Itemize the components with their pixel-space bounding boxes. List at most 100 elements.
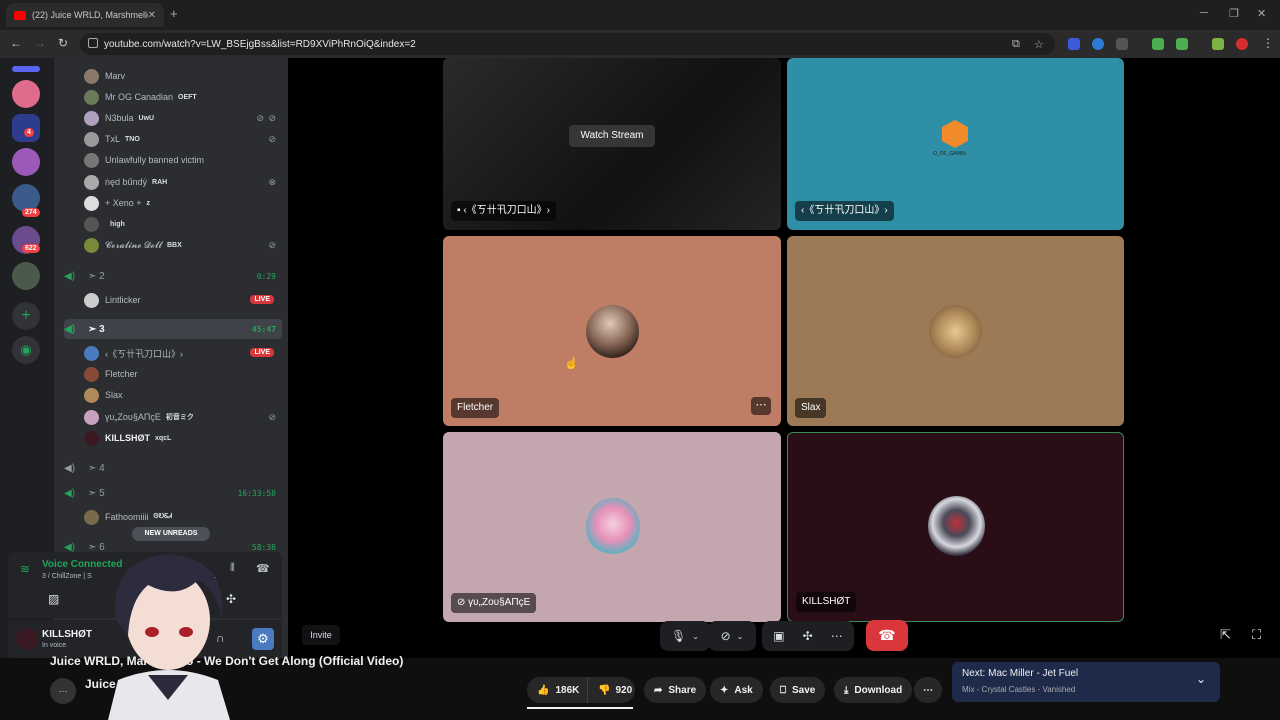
bookmark-star-icon[interactable]: ☆ <box>1034 38 1044 51</box>
participant-tile-yuzu[interactable]: ⊘ γυ„Ζου§ΑΠçΕ <box>443 432 781 622</box>
site-info-icon[interactable] <box>88 38 98 48</box>
avatar <box>84 216 99 232</box>
avatar <box>84 89 99 105</box>
share-button[interactable]: ➦ Share <box>644 677 707 703</box>
extension-icon[interactable] <box>1176 38 1188 50</box>
explore-icon[interactable]: ◉ <box>12 336 40 364</box>
participant-tile-slax[interactable]: Slax <box>787 236 1124 426</box>
new-unreads-button[interactable]: NEW UNREADS <box>132 527 210 541</box>
mic-muted-icon: ⊘ <box>256 113 264 123</box>
member-tag: high <box>110 220 125 228</box>
member-tag: xqcL <box>155 434 172 442</box>
participant-tile-killshot[interactable]: KILLSHØT <box>787 432 1124 622</box>
disconnect-icon[interactable]: ☎ <box>256 562 270 575</box>
vtuber-eye <box>145 627 159 637</box>
more-actions-button[interactable]: ⋯ <box>914 677 942 703</box>
profile-avatar[interactable] <box>1236 38 1248 50</box>
more-options-icon[interactable]: ⋯ <box>751 397 771 415</box>
mention-badge: 4 <box>24 128 34 137</box>
extension-icon[interactable] <box>1068 38 1080 50</box>
screen-share-icon[interactable]: ▣ <box>773 629 784 643</box>
popout-icon[interactable]: ⇱ <box>1220 627 1231 643</box>
window-close-icon[interactable]: ✕ <box>1257 7 1266 20</box>
live-badge: LIVE <box>250 295 274 304</box>
server-icon[interactable] <box>12 262 40 290</box>
extension-icon[interactable] <box>1212 38 1224 50</box>
back-icon[interactable]: ← <box>10 36 22 50</box>
more-options-icon[interactable]: ⋯ <box>831 629 843 643</box>
stream-tile-1[interactable]: Watch Stream ▪ ‹《ㄎ卄卂刀口山》› <box>443 58 781 230</box>
mic-muted-icon: ⊘ <box>268 134 276 144</box>
voice-member[interactable]: Lintlicker <box>84 291 141 309</box>
microphone-button[interactable]: 🎙 ⌄ <box>660 621 710 651</box>
xbox-icon: ⊗ <box>268 177 276 187</box>
voice-channel-3[interactable]: ◀) ➣ 3 45:47 <box>64 319 282 339</box>
maximize-icon[interactable]: ❐ <box>1229 7 1239 20</box>
member-tag: z <box>146 199 151 207</box>
stream-name-label: ‹《ㄎ卄卂刀口山》› <box>795 201 894 221</box>
voice-member[interactable]: TxL TNO <box>84 130 140 148</box>
voice-member[interactable]: Unlawfully banned victim <box>84 151 204 169</box>
voice-member[interactable]: ‹《ㄎ卄卂刀口山》› <box>84 344 183 362</box>
voice-member[interactable]: Mr OG Canadian OEFT <box>84 88 197 106</box>
menu-kebab-icon[interactable]: ⋮ <box>1262 36 1274 50</box>
install-app-icon[interactable]: ⧉ <box>1012 38 1020 51</box>
channel-timer: 0:29 <box>256 271 276 281</box>
voice-member[interactable]: + Xeno + z <box>84 194 150 212</box>
voice-member[interactable]: high <box>84 215 125 233</box>
browser-tab[interactable]: (22) Juice WRLD, Marshmello - ✕ <box>6 3 164 27</box>
camera-button[interactable]: ⊘ ⌄ <box>708 621 756 651</box>
close-icon[interactable]: ✕ <box>148 10 156 21</box>
server-icon[interactable] <box>12 80 40 108</box>
voice-member[interactable]: Slax <box>84 386 123 404</box>
ask-button[interactable]: ✦ Ask <box>710 677 763 703</box>
extension-icon[interactable] <box>1092 38 1104 50</box>
forward-icon[interactable]: → <box>34 36 46 50</box>
download-button[interactable]: ⤓ Download <box>834 677 913 703</box>
voice-member[interactable]: N3bula UwU <box>84 109 154 127</box>
activities-icon[interactable]: ✣ <box>803 629 813 643</box>
extensions-puzzle-icon[interactable] <box>1116 38 1128 50</box>
new-tab-icon[interactable]: + <box>170 6 178 21</box>
participant-tile-fletcher[interactable]: Fletcher ⋯ ☝ <box>443 236 781 426</box>
minimize-icon[interactable]: ─ <box>1200 7 1208 19</box>
stream-tile-2[interactable]: O_OF_GAMIN ‹《ㄎ卄卂刀口山》› <box>787 58 1124 230</box>
voice-member[interactable]: Fathoomiiii ᎶᎧᏋᏗ <box>84 508 172 526</box>
deafened-icon: ⊘ <box>268 113 276 123</box>
voice-member[interactable]: 𝓒𝓸𝓻𝓪𝓵𝓲𝓷𝓮 𝓓𝓸𝓵𝓵 BBX <box>84 236 182 254</box>
chevron-down-icon[interactable]: ⌄ <box>692 632 699 641</box>
like-button[interactable]: 👍 186K <box>527 677 587 703</box>
avatar <box>928 496 985 556</box>
camera-off-icon[interactable]: ▨ <box>48 592 59 606</box>
chevron-down-icon[interactable]: ⌄ <box>1196 672 1206 686</box>
logo-caption: O_OF_GAMIN <box>933 151 966 157</box>
avatar[interactable] <box>16 628 38 650</box>
phone-hangup-icon: ☎ <box>878 627 896 643</box>
chevron-down-icon[interactable]: ⌄ <box>737 632 744 641</box>
reload-icon[interactable]: ↻ <box>58 36 68 50</box>
voice-member[interactable]: Fletcher <box>84 365 138 383</box>
voice-member[interactable]: ṅęd bűndý RAH <box>84 173 167 191</box>
participant-name: Fletcher <box>451 398 500 418</box>
extension-icon[interactable] <box>1152 38 1164 50</box>
voice-member[interactable]: γυ„Ζου§ΑΠçΕ 初音ミク <box>84 408 194 426</box>
voice-channel-2[interactable]: ◀) ➣ 2 0:29 <box>64 266 282 286</box>
disconnect-call-button[interactable]: ☎ <box>866 620 908 651</box>
home-icon[interactable] <box>12 66 40 72</box>
dislike-button[interactable]: 👎 920 <box>587 677 635 703</box>
up-next-card[interactable]: Next: Mac Miller - Jet Fuel Mix - Crysta… <box>952 662 1220 702</box>
watch-stream-button[interactable]: Watch Stream <box>569 125 655 147</box>
voice-channel-5[interactable]: ◀) ➣ 5 16:33:58 <box>64 483 282 503</box>
avatar <box>84 366 99 382</box>
voice-channel-4[interactable]: ◀) ➣ 4 <box>64 458 282 478</box>
channel-avatar[interactable]: ⋯ <box>50 678 76 704</box>
voice-member-self[interactable]: KILLSHØT xqcL <box>84 429 171 447</box>
fullscreen-icon[interactable]: ⛶ <box>1252 627 1261 643</box>
save-button[interactable]: ⎕ Save <box>770 677 826 703</box>
voice-member[interactable]: Marv <box>84 67 125 85</box>
speaker-icon: ◀) <box>64 462 76 474</box>
avatar <box>84 237 99 253</box>
server-icon[interactable] <box>12 148 40 176</box>
add-server-icon[interactable]: + <box>12 302 40 330</box>
address-bar[interactable]: youtube.com/watch?v=LW_BSEjgBss&list=RD9… <box>80 33 1055 55</box>
